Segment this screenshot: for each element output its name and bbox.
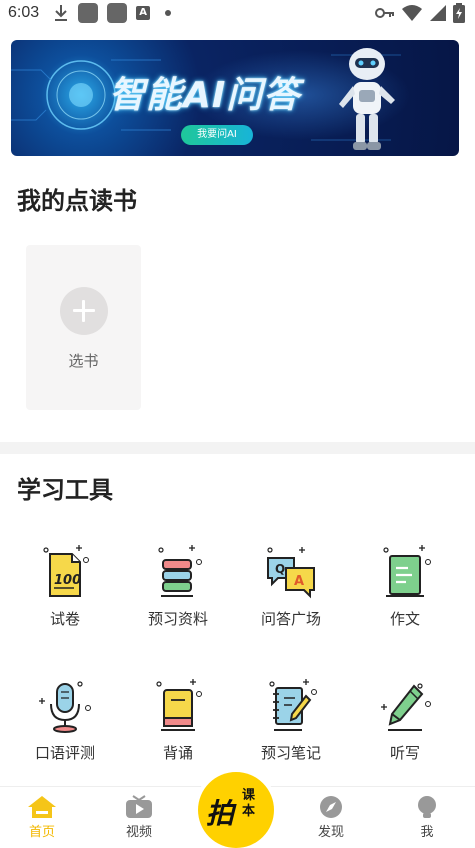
tool-label: 背诵 — [162, 744, 193, 762]
tool-label: 问答广场 — [260, 610, 321, 628]
tool-composition[interactable]: 作文 — [346, 544, 464, 629]
ai-banner[interactable]: 智能AI问答 我要问AI — [11, 40, 459, 156]
select-book-label: 选书 — [68, 352, 99, 370]
tool-label: 听写 — [389, 744, 420, 762]
compass-icon — [320, 796, 342, 818]
exam-paper-icon: 100 — [43, 545, 89, 597]
key-icon — [375, 8, 394, 18]
nav-label: 发现 — [317, 825, 344, 840]
tool-preview-materials[interactable]: 预习资料 — [119, 544, 237, 629]
camera-textbook-button[interactable]: 拍 课本 — [198, 772, 274, 848]
pencil-icon — [381, 683, 431, 731]
status-bar: 6:03 A — [0, 0, 475, 26]
books-stack-icon — [158, 545, 202, 597]
download-icon — [55, 5, 68, 21]
ask-ai-button[interactable]: 我要问AI — [181, 125, 253, 145]
status-time: 6:03 — [8, 4, 40, 21]
tool-exam[interactable]: 100 试卷 — [6, 544, 124, 629]
notebook-icon — [383, 545, 431, 597]
notes-pen-icon — [269, 679, 317, 731]
my-books-title: 我的点读书 — [17, 187, 137, 215]
tool-label: 口语评测 — [34, 744, 95, 762]
nav-label: 视频 — [125, 825, 152, 840]
nav-home[interactable]: 首页 — [12, 795, 72, 840]
wifi-icon — [402, 5, 422, 21]
svg-text:100: 100 — [54, 573, 81, 588]
camera-side-text: 课本 — [242, 788, 256, 819]
tv-icon — [126, 795, 152, 818]
tool-preview-notes[interactable]: 预习笔记 — [232, 678, 350, 763]
svg-text:A: A — [294, 574, 304, 589]
tools-title: 学习工具 — [17, 476, 113, 504]
app-icon — [107, 3, 128, 23]
tool-dictation[interactable]: 听写 — [346, 678, 464, 763]
nav-video[interactable]: 视频 — [109, 795, 169, 840]
home-icon — [28, 796, 56, 818]
book-icon — [156, 679, 202, 731]
nav-discover[interactable]: 发现 — [301, 795, 361, 840]
tool-oral-test[interactable]: 口语评测 — [6, 678, 124, 763]
tool-recite[interactable]: 背诵 — [119, 678, 237, 763]
tool-label: 作文 — [389, 610, 420, 628]
nav-label: 我 — [420, 825, 434, 840]
signal-icon — [430, 5, 446, 21]
camera-main-text: 拍 — [206, 797, 235, 830]
battery-icon — [453, 3, 465, 23]
add-icon — [60, 287, 108, 335]
app-icon — [78, 3, 99, 23]
dot-icon — [165, 10, 172, 16]
nav-me[interactable]: 我 — [397, 795, 457, 840]
user-icon — [418, 796, 436, 818]
tool-qa-square[interactable]: Q A 问答广场 — [232, 544, 350, 629]
svg-text:Q: Q — [275, 562, 285, 576]
tool-label: 预习资料 — [147, 610, 208, 628]
tool-label: 预习笔记 — [260, 744, 321, 762]
qa-bubbles-icon: Q A — [267, 547, 315, 599]
select-book-card[interactable]: 选书 — [26, 245, 141, 410]
tool-label: 试卷 — [49, 610, 80, 628]
section-divider — [0, 442, 475, 454]
microphone-icon — [39, 681, 91, 733]
robot-icon — [339, 48, 395, 150]
a-icon: A — [136, 6, 151, 20]
banner-title: 智能AI问答 — [109, 75, 301, 116]
nav-label: 首页 — [28, 825, 55, 840]
